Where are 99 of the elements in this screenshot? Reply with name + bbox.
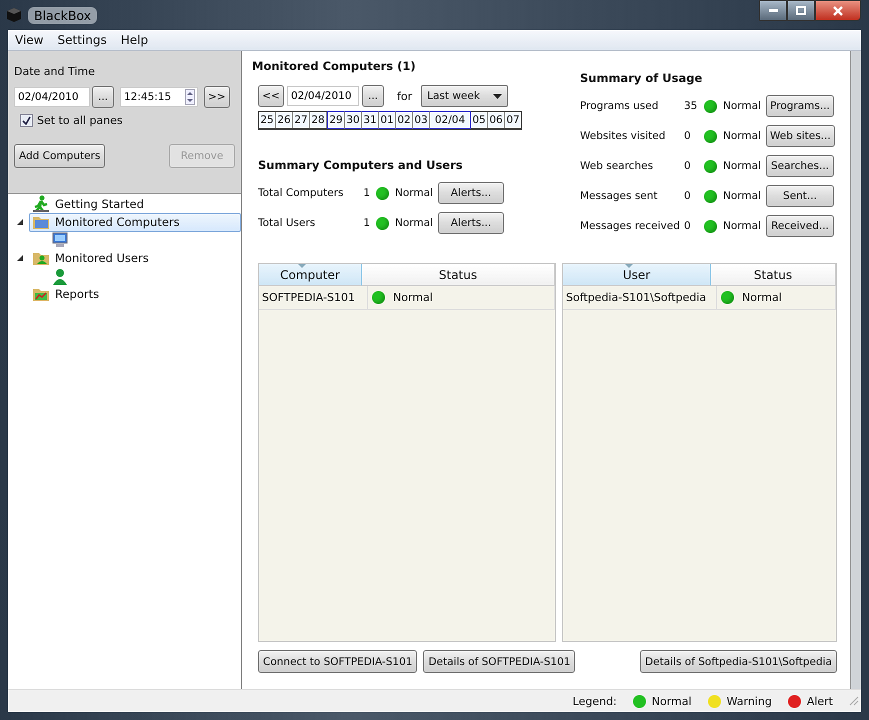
date-picker-button[interactable]: ... xyxy=(362,85,384,107)
monitor-icon xyxy=(51,232,69,250)
checkbox[interactable] xyxy=(20,114,33,127)
date-field[interactable]: 02/04/2010 xyxy=(287,86,359,106)
date-time-label: Date and Time xyxy=(14,65,96,78)
count-value: 0 xyxy=(684,220,692,232)
day-cell[interactable]: 05 xyxy=(471,112,488,128)
tree-item[interactable]: Getting Started xyxy=(29,194,241,214)
section-heading: Summary of Usage xyxy=(580,71,704,85)
sort-arrow-icon xyxy=(298,264,306,268)
column-header[interactable]: Status xyxy=(362,264,555,286)
action-button[interactable]: Connect to SOFTPEDIA-S101 xyxy=(258,650,418,673)
row-label: Messages sent xyxy=(580,190,659,202)
details-button[interactable]: Sent... xyxy=(766,185,834,207)
previous-button[interactable]: << xyxy=(258,85,284,107)
spinner-icon xyxy=(185,89,195,105)
column-header[interactable]: User xyxy=(563,264,711,286)
day-cell[interactable]: 02 xyxy=(396,111,413,129)
menu-item[interactable]: Help xyxy=(114,33,156,47)
column-header[interactable]: Computer xyxy=(259,264,362,286)
legend-text: Alert xyxy=(806,694,833,708)
status-text: Normal xyxy=(723,160,761,172)
section-heading: Monitored Computers (1) xyxy=(252,59,417,73)
dropdown-value: Last week xyxy=(427,90,480,102)
tree-item[interactable]: Monitored Users xyxy=(29,248,241,268)
day-cell[interactable]: 29 xyxy=(327,111,345,129)
details-button[interactable]: Alerts... xyxy=(438,212,504,234)
resize-grip-icon xyxy=(849,696,859,706)
legend-text: Warning xyxy=(726,694,772,708)
details-button[interactable]: Web sites... xyxy=(766,125,835,147)
day-cell[interactable]: 02/04 xyxy=(430,111,471,129)
count-value: 1 xyxy=(362,187,370,199)
details-button[interactable]: Received... xyxy=(766,215,834,237)
date-field[interactable]: 02/04/2010 xyxy=(14,87,90,107)
details-button[interactable]: Searches... xyxy=(766,155,834,177)
add-computers-button[interactable]: Add Computers xyxy=(14,144,106,168)
status-text: Normal xyxy=(723,220,761,232)
tree-item[interactable]: Monitored Computers xyxy=(29,212,241,232)
column-header[interactable]: Status xyxy=(711,264,836,286)
day-cell[interactable]: 03 xyxy=(413,111,430,129)
user-icon xyxy=(51,268,69,286)
row-label: Total Computers xyxy=(258,187,345,199)
menu-item[interactable]: Settings xyxy=(50,33,114,47)
menu-item[interactable]: View xyxy=(8,33,50,47)
cube-icon xyxy=(6,7,22,23)
checkbox-label: Set to all panes xyxy=(37,114,123,127)
day-cell[interactable]: 25 xyxy=(259,112,276,128)
row-label: Messages received xyxy=(580,220,681,232)
table-cell: Softpedia-S101\Softpedia xyxy=(563,286,717,309)
legend-text: Normal xyxy=(652,694,692,708)
row-label: Programs used xyxy=(580,100,660,112)
count-value: 0 xyxy=(684,160,692,172)
range-dropdown[interactable]: Last week xyxy=(421,85,508,107)
row-label: Websites visited xyxy=(580,130,666,142)
count-value: 0 xyxy=(684,130,692,142)
section-heading: Summary Computers and Users xyxy=(258,158,464,172)
status-text: Normal xyxy=(742,291,782,304)
count-value: 35 xyxy=(684,100,698,112)
tree-item[interactable]: Reports xyxy=(29,284,241,304)
time-value: 12:45:15 xyxy=(124,91,172,103)
sort-arrow-icon xyxy=(624,264,632,268)
table-cell: SOFTPEDIA-S101 xyxy=(259,286,368,309)
status-text: Normal xyxy=(723,100,761,112)
count-value: 1 xyxy=(362,217,370,229)
dropdown-caret-icon xyxy=(493,94,502,98)
details-button[interactable]: Programs... xyxy=(766,95,834,117)
action-button[interactable]: Details of Softpedia-S101\Softpedia xyxy=(640,650,837,673)
day-cell[interactable]: 07 xyxy=(505,112,521,128)
day-cell[interactable]: 30 xyxy=(345,111,362,129)
day-cell[interactable]: 26 xyxy=(276,112,293,128)
close-button[interactable] xyxy=(815,0,861,21)
status-text: Normal xyxy=(723,130,761,142)
day-cell[interactable]: 28 xyxy=(310,112,327,128)
status-text: Normal xyxy=(723,190,761,202)
row-label: Total Users xyxy=(258,217,316,229)
day-cell[interactable]: 06 xyxy=(488,112,505,128)
status-text: Normal xyxy=(393,291,433,304)
minimize-icon xyxy=(768,9,778,12)
day-cell[interactable]: 27 xyxy=(293,112,310,128)
day-cell[interactable]: 01 xyxy=(379,111,396,129)
date-picker-button[interactable]: ... xyxy=(92,86,114,108)
maximize-icon xyxy=(796,6,806,15)
check-icon xyxy=(22,116,31,125)
time-field[interactable]: 12:45:15 xyxy=(120,87,198,107)
maximize-button[interactable] xyxy=(787,0,815,21)
action-button[interactable]: Details of SOFTPEDIA-S101 xyxy=(423,650,576,673)
status-text: Normal xyxy=(395,217,433,229)
details-button[interactable]: Alerts... xyxy=(438,182,504,204)
legend-label: Legend: xyxy=(572,694,617,708)
status-text: Normal xyxy=(395,187,433,199)
count-value: 0 xyxy=(684,190,692,202)
running-figure-icon xyxy=(32,195,50,213)
minimize-button[interactable] xyxy=(759,0,787,21)
row-label: Web searches xyxy=(580,160,654,172)
window-title: BlackBox xyxy=(28,6,98,24)
day-cell[interactable]: 31 xyxy=(362,111,379,129)
next-button[interactable]: >> xyxy=(204,86,230,108)
for-label: for xyxy=(397,90,412,102)
close-icon xyxy=(833,6,843,16)
